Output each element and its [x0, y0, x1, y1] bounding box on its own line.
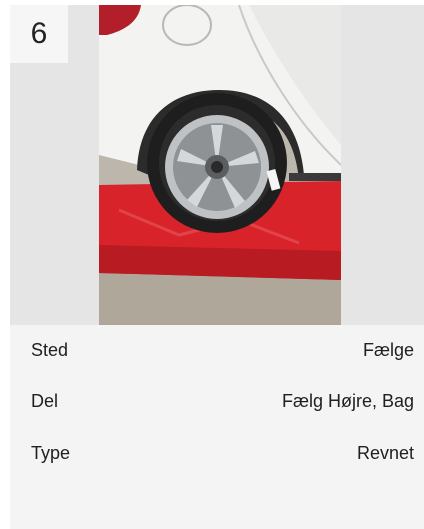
detail-row-sted: Sted Fælge — [31, 340, 414, 361]
photo-area: 6 — [10, 5, 424, 325]
damage-card: 6 Sted Fælge Del Fælg Højre, Bag Type Re… — [10, 5, 424, 529]
detail-row-type: Type Revnet — [31, 443, 414, 464]
item-number-badge: 6 — [10, 5, 68, 63]
detail-label: Type — [31, 443, 71, 463]
car-wheel-photo — [99, 5, 341, 325]
detail-row-del: Del Fælg Højre, Bag — [31, 391, 414, 412]
details-panel: Sted Fælge Del Fælg Højre, Bag Type Revn… — [10, 325, 424, 529]
detail-label: Sted — [31, 340, 69, 360]
detail-label: Del — [31, 391, 59, 411]
damage-photo[interactable] — [99, 5, 341, 325]
detail-value: Fælge — [362, 340, 414, 360]
detail-value: Fælg Højre, Bag — [281, 391, 414, 411]
detail-value: Revnet — [356, 443, 414, 463]
